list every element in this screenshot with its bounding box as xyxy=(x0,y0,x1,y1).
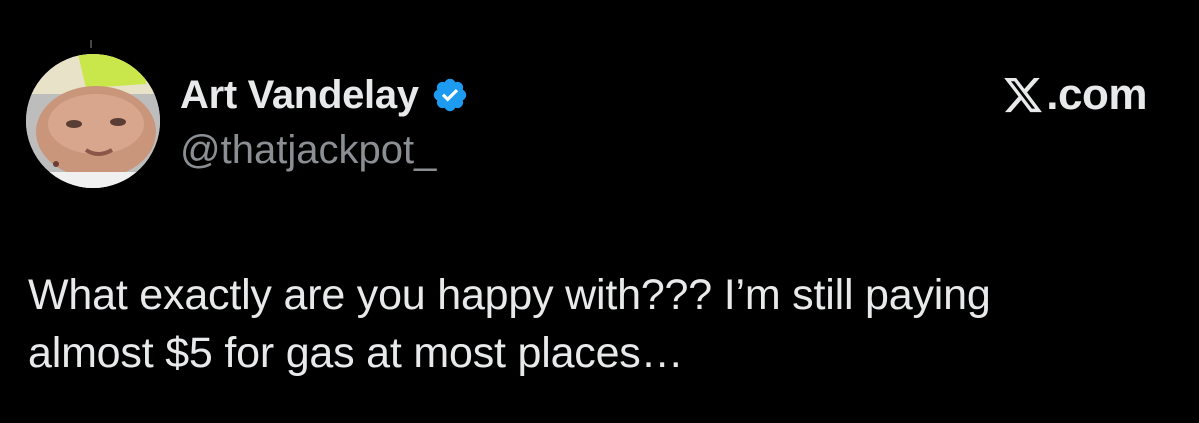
display-name[interactable]: Art Vandelay xyxy=(180,73,419,118)
x-logo-icon xyxy=(1001,74,1045,116)
divider xyxy=(90,40,92,48)
user-handle[interactable]: @thatjackpot_ xyxy=(180,128,436,173)
tweet-card: Art Vandelay @thatjackpot_ .com What exa… xyxy=(0,0,1199,423)
name-row: Art Vandelay xyxy=(180,70,469,120)
verified-badge-icon xyxy=(431,76,469,114)
brand-mark: .com xyxy=(1001,68,1147,122)
profile-photo xyxy=(26,54,160,188)
avatar[interactable] xyxy=(26,54,160,188)
tweet-text: What exactly are you happy with??? I’m s… xyxy=(28,271,991,377)
brand-domain: .com xyxy=(1046,70,1147,119)
